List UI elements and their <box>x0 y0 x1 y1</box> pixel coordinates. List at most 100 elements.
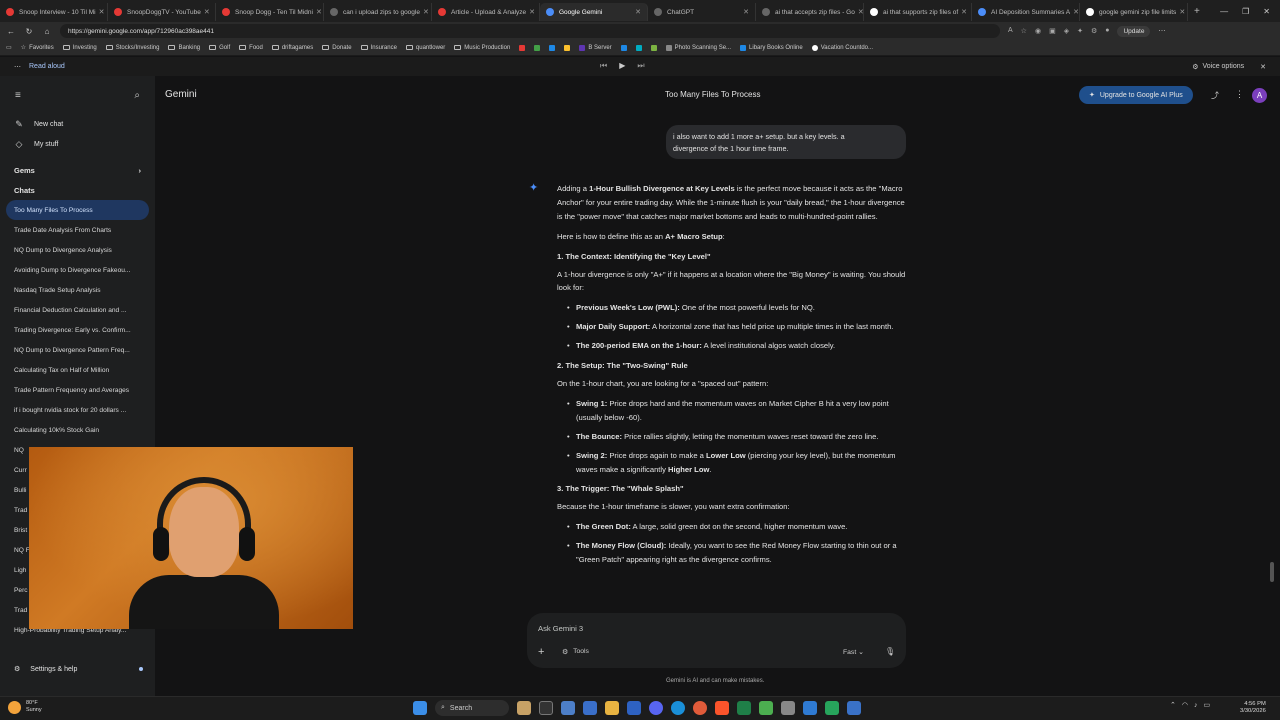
chat-item[interactable]: Trade Date Analysis From Charts <box>0 220 155 240</box>
chat-item[interactable]: if i bought nvidia stock for 20 dollars … <box>0 400 155 420</box>
update-button[interactable]: Update <box>1117 25 1151 37</box>
xbox-icon[interactable] <box>737 701 751 715</box>
bookmark-server[interactable]: B Server <box>579 44 612 51</box>
previous-icon[interactable]: ⏮ <box>600 61 607 71</box>
browser-tab[interactable]: ai that supports zip files of ✕ <box>864 3 972 21</box>
taskbar-clock[interactable]: 4:56 PM 3/30/2026 <box>1240 701 1266 715</box>
app-icon[interactable] <box>759 701 773 715</box>
app-icon[interactable] <box>627 701 641 715</box>
reload-icon[interactable]: ↻ <box>24 27 34 36</box>
settings-app-icon[interactable] <box>561 701 575 715</box>
extension-icon[interactable]: A <box>1008 27 1013 35</box>
microphone-icon[interactable]: 🎙 <box>885 647 895 656</box>
close-icon[interactable]: ✕ <box>96 8 105 16</box>
favorite-star-icon[interactable]: ☆ <box>1021 27 1027 35</box>
browser-tab[interactable]: Article - Upload & Analyze ✕ <box>432 3 540 21</box>
maximize-icon[interactable]: ❐ <box>1242 7 1249 16</box>
bookmark-site[interactable] <box>519 44 526 51</box>
bookmark-site[interactable]: Libary Books Online <box>740 44 803 51</box>
upgrade-button[interactable]: ✦ Upgrade to Google AI Plus <box>1079 86 1193 104</box>
close-icon[interactable]: ✕ <box>526 8 535 16</box>
voice-options-button[interactable]: ⚙ Voice options <box>1192 63 1244 71</box>
menu-icon[interactable]: ≡ <box>15 90 21 101</box>
chat-item[interactable]: Trading Divergence: Early vs. Confirm... <box>0 320 155 340</box>
bookmark-folder[interactable]: driftagames <box>271 45 313 51</box>
bookmark-folder[interactable]: Investing <box>62 45 97 51</box>
taskbar-search[interactable]: ⌕ Search <box>435 700 509 716</box>
edge-icon[interactable] <box>671 701 685 715</box>
app-icon[interactable] <box>583 701 597 715</box>
bookmark-folder[interactable]: Banking <box>168 45 200 51</box>
more-vert-icon[interactable]: ⋮ <box>1235 89 1244 100</box>
url-field[interactable]: https://gemini.google.com/app/712960ac39… <box>60 24 1000 38</box>
bookmark-folder[interactable]: Food <box>239 45 263 51</box>
share-icon[interactable]: ⤴ <box>1211 90 1219 101</box>
bookmark-folder[interactable]: Golf <box>209 45 230 51</box>
bookmark-folder[interactable]: Insurance <box>360 45 397 51</box>
add-icon[interactable]: + <box>538 646 544 658</box>
browser-tab-active[interactable]: Google Gemini ✕ <box>540 3 648 21</box>
back-icon[interactable]: ← <box>6 27 16 36</box>
settings-help-button[interactable]: ⚙ Settings & help <box>0 658 155 680</box>
close-icon[interactable]: ✕ <box>1176 8 1185 16</box>
tools-button[interactable]: ⚙ Tools <box>562 648 589 656</box>
prompt-input[interactable]: Ask Gemini 3 <box>538 624 583 633</box>
browser-tab[interactable]: Snoop Interview - 10 Til Mi ✕ <box>0 3 108 21</box>
new-chat-button[interactable]: ✎ New chat <box>0 114 155 134</box>
extension-icon[interactable]: ▣ <box>1049 27 1056 35</box>
browser-tab[interactable]: AI Deposition Summaries A ✕ <box>972 3 1080 21</box>
close-icon[interactable]: ✕ <box>201 8 210 16</box>
app-icon[interactable] <box>825 701 839 715</box>
chat-item[interactable]: Trade Pattern Frequency and Averages <box>0 380 155 400</box>
extension-icon[interactable]: ✦ <box>1077 27 1083 35</box>
extension-icon[interactable]: ◈ <box>1064 27 1069 35</box>
firefox-icon[interactable] <box>693 701 707 715</box>
brave-icon[interactable] <box>715 701 729 715</box>
close-icon[interactable]: ✕ <box>420 8 429 16</box>
prompt-composer[interactable]: Ask Gemini 3 + ⚙ Tools Fast ⌄ 🎙 <box>527 613 906 668</box>
chat-item[interactable]: Avoiding Dump to Divergence Fakeou... <box>0 260 155 280</box>
menu-dots-icon[interactable]: ⋯ <box>1158 27 1165 35</box>
chat-item[interactable]: Calculating 10k% Stock Gain <box>0 420 155 440</box>
app-icon[interactable] <box>781 701 795 715</box>
brand-title[interactable]: Gemini <box>165 89 197 100</box>
bookmark-site[interactable]: Photo Scanning Se... <box>665 44 731 51</box>
file-explorer-icon[interactable] <box>605 701 619 715</box>
close-icon[interactable]: ✕ <box>1260 63 1266 71</box>
bookmark-folder[interactable]: Donate <box>322 45 352 51</box>
my-stuff-button[interactable]: ◇ My stuff <box>0 134 155 154</box>
scrollbar-thumb[interactable] <box>1270 562 1274 582</box>
bookmark-favorites[interactable]: ☆ Favorites <box>21 44 54 52</box>
task-view-icon[interactable] <box>539 701 553 715</box>
browser-tab[interactable]: ChatGPT ✕ <box>648 3 756 21</box>
bookmark-site[interactable] <box>635 44 642 51</box>
new-tab-icon[interactable]: + <box>1188 6 1206 17</box>
bookmark-folder[interactable]: quantlower <box>405 45 445 51</box>
browser-tab[interactable]: google gemini zip file limits ✕ <box>1080 3 1188 21</box>
battery-icon[interactable]: ▭ <box>1203 701 1210 709</box>
search-icon[interactable]: ⌕ <box>134 90 140 101</box>
volume-icon[interactable]: ♪ <box>1194 702 1198 709</box>
chat-item[interactable]: Nasdaq Trade Setup Analysis <box>0 280 155 300</box>
chat-item[interactable]: Calculating Tax on Half of Million <box>0 360 155 380</box>
close-icon[interactable]: ✕ <box>958 8 967 16</box>
app-icon[interactable] <box>847 701 861 715</box>
gems-section[interactable]: Gems › <box>0 160 155 180</box>
mode-selector[interactable]: Fast ⌄ <box>843 648 864 656</box>
app-icon[interactable] <box>803 701 817 715</box>
bookmark-folder[interactable]: Music Production <box>454 45 510 51</box>
chat-item-active[interactable]: Too Many Files To Process <box>6 200 149 220</box>
weather-widget[interactable]: 80°F Sunny <box>8 700 42 714</box>
bookmark-folder[interactable]: Stocks/Investing <box>105 45 159 51</box>
browser-tab[interactable]: SnoopDoggTV - YouTube ✕ <box>108 3 216 21</box>
browser-tab[interactable]: ai that accepts zip files - Go ✕ <box>756 3 864 21</box>
profile-icon[interactable]: ● <box>1105 27 1109 35</box>
browser-tab[interactable]: can i upload zips to google ✕ <box>324 3 432 21</box>
home-icon[interactable]: ⌂ <box>42 27 52 36</box>
avatar[interactable]: A <box>1252 88 1267 103</box>
browser-tab[interactable]: Snoop Dogg - Ten Til Midni ✕ <box>216 3 324 21</box>
close-icon[interactable]: ✕ <box>740 8 749 16</box>
chat-item[interactable]: NQ Dump to Divergence Analysis <box>0 240 155 260</box>
extension-icon[interactable]: ⚙ <box>1091 27 1097 35</box>
close-icon[interactable]: ✕ <box>313 8 322 16</box>
